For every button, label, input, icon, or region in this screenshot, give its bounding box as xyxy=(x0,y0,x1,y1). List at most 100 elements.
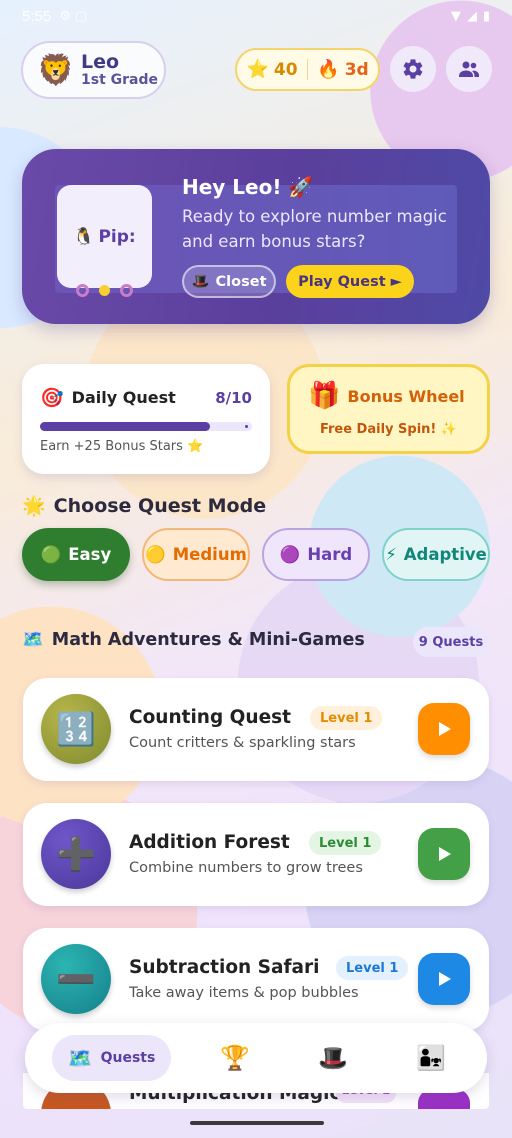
top-hat-icon: 🎩 xyxy=(318,1044,348,1072)
status-system-icons: ▼ ◢ ▮ xyxy=(451,9,490,24)
carousel-dot[interactable] xyxy=(120,284,133,297)
home-indicator[interactable] xyxy=(190,1121,324,1125)
numbers-icon: 🔢 xyxy=(56,710,96,748)
profile-chip[interactable]: 🦁 Leo 1st Grade xyxy=(21,41,166,99)
yellow-circle-icon: 🟡 xyxy=(145,544,166,564)
addition-play-button[interactable] xyxy=(418,828,470,880)
quest-card-counting[interactable]: 🔢 Counting Quest Level 1 Count critters … xyxy=(23,678,489,781)
mode-hard-button[interactable]: 🟣 Hard xyxy=(262,528,370,581)
bonus-wheel-subtitle: Free Daily Spin! ✨ xyxy=(319,422,458,437)
minus-icon: ➖ xyxy=(56,960,96,998)
map-icon: 🗺️ xyxy=(67,1046,93,1070)
addition-quest-icon: ➕ xyxy=(41,819,111,889)
trophy-icon: 🏆 xyxy=(220,1044,250,1072)
closet-label: Closet xyxy=(215,273,267,290)
status-time: 5:55 xyxy=(22,7,52,25)
status-notification-icons: ⚙ ▢ xyxy=(59,8,88,24)
profile-grade: 1st Grade xyxy=(81,71,158,88)
mode-adaptive-button[interactable]: ⚡ Adaptive xyxy=(382,528,490,581)
mode-easy-label: Easy xyxy=(68,545,112,564)
streak-stat: 🔥 3d xyxy=(307,59,378,80)
quest-title: Subtraction Safari xyxy=(129,957,320,978)
level-badge: Level 1 xyxy=(309,831,382,855)
carousel-dot-active[interactable] xyxy=(99,285,110,296)
lion-avatar-icon: 🦁 xyxy=(37,52,75,88)
star-icon: ⭐ xyxy=(246,59,269,80)
mode-heading: 🌟 Choose Quest Mode xyxy=(22,494,267,518)
quest-card-subtraction[interactable]: ➖ Subtraction Safari Level 1 Take away i… xyxy=(23,928,489,1031)
wifi-icon: ▼ xyxy=(450,8,461,24)
quest-description: Take away items & pop bubbles xyxy=(129,985,359,1001)
mode-hard-label: Hard xyxy=(307,545,353,564)
battery-icon: ▮ xyxy=(482,8,490,24)
progress-fill xyxy=(40,422,210,431)
target-icon: 🎯 xyxy=(40,387,64,409)
stats-pill[interactable]: ⭐ 40 🔥 3d xyxy=(235,48,380,91)
daily-quest-card[interactable]: 🎯 Daily Quest 8/10 Earn +25 Bonus Stars … xyxy=(22,364,270,474)
counting-quest-icon: 🔢 xyxy=(41,694,111,764)
section-heading: 🗺️ Math Adventures & Mini-Games xyxy=(22,630,365,650)
closet-button[interactable]: 🎩 Closet xyxy=(182,265,276,298)
quest-count-badge: 9 Quests xyxy=(413,627,489,657)
hero-card: 🐧 Pip: Hey Leo! 🚀 Ready to explore number… xyxy=(22,149,490,324)
quest-description: Count critters & sparkling stars xyxy=(129,735,356,751)
fire-icon: 🔥 xyxy=(317,59,340,80)
people-icon xyxy=(459,61,479,77)
streak-count: 3d xyxy=(344,59,369,80)
mode-medium-label: Medium xyxy=(172,545,247,564)
level-badge: Level 1 xyxy=(336,956,409,980)
play-icon xyxy=(439,972,451,986)
mode-adaptive-label: Adaptive xyxy=(403,545,487,564)
signal-icon: ◢ xyxy=(466,8,477,24)
top-hat-icon: 🎩 xyxy=(191,274,210,290)
daily-quest-reward: Earn +25 Bonus Stars ⭐ xyxy=(40,439,204,454)
green-circle-icon: 🟢 xyxy=(40,544,62,564)
play-icon xyxy=(439,847,451,861)
section-title: Math Adventures & Mini-Games xyxy=(51,630,365,650)
nav-trophy[interactable]: 🏆 xyxy=(207,1035,263,1081)
daily-quest-title: Daily Quest xyxy=(71,388,176,407)
nav-closet[interactable]: 🎩 xyxy=(305,1035,361,1081)
quest-card-addition[interactable]: ➕ Addition Forest Level 1 Combine number… xyxy=(23,803,489,906)
nav-parents[interactable]: 👨‍👧 xyxy=(403,1035,459,1081)
lightning-icon: ⚡ xyxy=(385,545,397,564)
subtraction-play-button[interactable] xyxy=(418,953,470,1005)
bonus-wheel-card[interactable]: 🎁 Bonus Wheel Free Daily Spin! ✨ xyxy=(287,364,490,454)
stars-count: 40 xyxy=(273,59,298,80)
carousel-dots xyxy=(76,284,133,297)
mode-medium-button[interactable]: 🟡 Medium xyxy=(142,528,250,581)
parents-button[interactable] xyxy=(446,46,492,92)
quest-description: Combine numbers to grow trees xyxy=(129,860,363,876)
daily-quest-progress-text: 8/10 xyxy=(215,388,252,407)
quest-title: Addition Forest xyxy=(129,832,290,853)
play-quest-button[interactable]: Play Quest ► xyxy=(286,265,414,298)
penguin-icon: 🐧 xyxy=(73,226,95,247)
gift-icon: 🎁 xyxy=(308,381,341,411)
mascot-label: 🐧 Pip: xyxy=(73,227,135,247)
mascot-box[interactable]: 🐧 Pip: xyxy=(57,185,152,288)
mascot-name: Pip: xyxy=(98,226,136,247)
hero-message: Ready to explore number magic and earn b… xyxy=(182,207,447,251)
stars-stat: ⭐ 40 xyxy=(237,59,307,80)
plus-icon: ➕ xyxy=(56,835,96,873)
settings-button[interactable] xyxy=(390,46,436,92)
play-icon xyxy=(439,722,451,736)
hero-title: Hey Leo! 🚀 xyxy=(182,175,314,199)
bonus-wheel-title: Bonus Wheel xyxy=(347,386,465,406)
daily-quest-progress-bar xyxy=(40,422,252,431)
glowing-star-icon: 🌟 xyxy=(22,495,46,517)
gear-icon xyxy=(403,59,423,79)
progress-end-dot xyxy=(245,425,248,428)
quest-title: Counting Quest xyxy=(129,707,291,728)
subtraction-quest-icon: ➖ xyxy=(41,944,111,1014)
mode-heading-text: Choose Quest Mode xyxy=(53,494,267,517)
nav-quests-label: Quests xyxy=(100,1050,156,1066)
nav-quests[interactable]: 🗺️ Quests xyxy=(52,1035,171,1081)
bottom-nav: 🗺️ Quests 🏆 🎩 👨‍👧 xyxy=(25,1023,487,1093)
status-bar: 5:55 ⚙ ▢ ▼ ◢ ▮ xyxy=(0,0,512,32)
purple-circle-icon: 🟣 xyxy=(279,544,301,564)
counting-play-button[interactable] xyxy=(418,703,470,755)
mode-easy-button[interactable]: 🟢 Easy xyxy=(22,528,130,581)
family-icon: 👨‍👧 xyxy=(416,1044,446,1072)
carousel-dot[interactable] xyxy=(76,284,89,297)
